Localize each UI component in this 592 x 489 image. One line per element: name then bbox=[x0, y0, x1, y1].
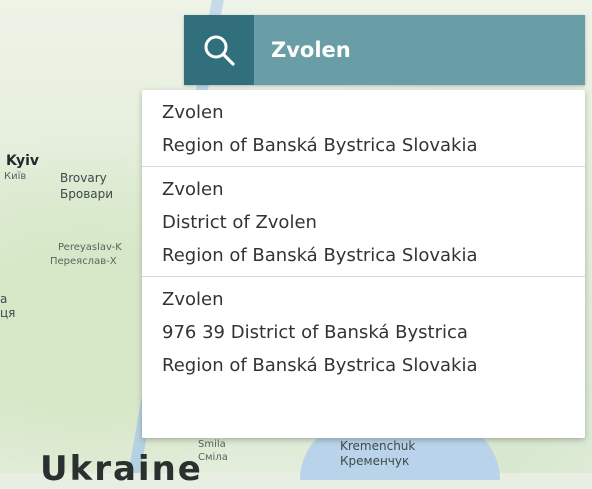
search-button[interactable] bbox=[184, 15, 254, 85]
search-result-item[interactable]: Zvolen 976 39 District of Banská Bystric… bbox=[142, 277, 585, 386]
result-district: 976 39 District of Banská Bystrica bbox=[162, 322, 468, 343]
search-results-dropdown: Zvolen Region of Banská Bystrica Slovaki… bbox=[142, 90, 585, 438]
search-bar bbox=[184, 15, 585, 85]
result-title: Zvolen bbox=[162, 102, 224, 123]
search-result-item[interactable]: Zvolen Region of Banská Bystrica Slovaki… bbox=[142, 90, 585, 167]
search-input[interactable] bbox=[254, 15, 585, 85]
map-label-pereyaslav: Pereyaslav-K bbox=[58, 242, 122, 253]
map-label-kremenchuk: Kremenchuk bbox=[340, 439, 416, 453]
result-district: District of Zvolen bbox=[162, 212, 317, 233]
map-label-kremenchuk-uk: Кременчук bbox=[340, 454, 410, 468]
map-label-kyiv: Kyiv bbox=[6, 153, 40, 169]
map-label-brovary-uk: Бровари bbox=[60, 187, 114, 201]
map-label-brovary: Brovary bbox=[60, 171, 107, 185]
result-region: Region of Banská Bystrica Slovakia bbox=[162, 245, 478, 266]
map-label-left-ya: ця bbox=[0, 306, 16, 320]
result-region: Region of Banská Bystrica Slovakia bbox=[162, 135, 478, 156]
search-result-item[interactable]: Zvolen District of Zvolen Region of Bans… bbox=[142, 167, 585, 277]
search-icon bbox=[202, 33, 236, 67]
map-label-kyiv-uk: Київ bbox=[4, 171, 27, 182]
map-label-pereyaslav-uk: Переяслав-Х bbox=[50, 256, 117, 267]
map-label-country: Ukraine bbox=[40, 449, 203, 489]
result-title: Zvolen bbox=[162, 179, 224, 200]
map-label-left-a: a bbox=[0, 292, 8, 306]
result-title: Zvolen bbox=[162, 289, 224, 310]
result-region: Region of Banská Bystrica Slovakia bbox=[162, 355, 478, 376]
